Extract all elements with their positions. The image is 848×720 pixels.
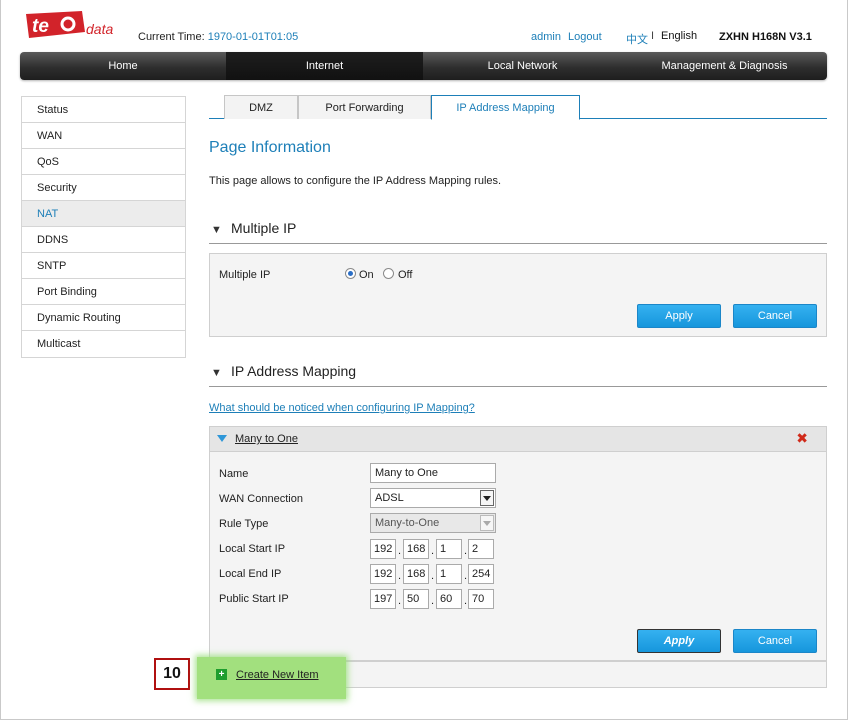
multiple-ip-section-title: Multiple IP (231, 220, 297, 236)
left-menu: Status WAN QoS Security NAT DDNS SNTP Po… (21, 96, 186, 358)
ip-dot: . (464, 545, 468, 557)
nav-management-diagnosis[interactable]: Management & Diagnosis (622, 52, 827, 80)
ip-dot: . (431, 545, 435, 557)
local-end-ip-octet-2[interactable]: 168 (403, 564, 429, 584)
ip-dot: . (431, 570, 435, 582)
collapse-arrow-icon: ▼ (211, 224, 222, 236)
delete-icon[interactable]: ✖ (796, 430, 808, 447)
local-end-ip-octet-3[interactable]: 1 (436, 564, 462, 584)
svg-text:te: te (32, 16, 49, 37)
local-start-ip-octet-1[interactable]: 192 (370, 539, 396, 559)
local-end-ip-label: Local End IP (219, 568, 282, 580)
rule-type-label: Rule Type (219, 518, 269, 530)
public-start-ip-label: Public Start IP (219, 593, 289, 605)
page-title: Page Information (209, 139, 331, 156)
tab-port-forwarding[interactable]: Port Forwarding (298, 95, 431, 119)
multiple-ip-off-radio[interactable] (383, 268, 394, 279)
nav-local-network[interactable]: Local Network (423, 52, 622, 80)
public-start-ip-octet-2[interactable]: 50 (403, 589, 429, 609)
public-start-ip-octet-1[interactable]: 197 (370, 589, 396, 609)
ip-dot: . (398, 595, 402, 607)
expand-triangle-icon[interactable] (217, 435, 227, 442)
lang-english-link[interactable]: English (661, 30, 697, 42)
dropdown-arrow-icon (480, 515, 494, 531)
device-model: ZXHN H168N V3.1 (719, 31, 812, 43)
menu-item-wan[interactable]: WAN (22, 123, 185, 149)
step-callout-badge: 10 (154, 658, 190, 690)
create-new-item-button[interactable]: + Create New Item (197, 657, 346, 699)
local-start-ip-label: Local Start IP (219, 543, 286, 555)
rule-type-select: Many-to-One (370, 513, 496, 533)
wan-connection-label: WAN Connection (219, 493, 303, 505)
ip-dot: . (398, 545, 402, 557)
sub-tabs: DMZ Port Forwarding IP Address Mapping (209, 95, 827, 120)
ip-mapping-help-link[interactable]: What should be noticed when configuring … (209, 402, 475, 414)
multiple-ip-label: Multiple IP (219, 269, 271, 281)
multiple-ip-panel: Multiple IP On Off Apply Cancel (209, 253, 827, 337)
svg-text:data: data (86, 21, 113, 37)
name-input[interactable]: Many to One (370, 463, 496, 483)
ip-mapping-section-header[interactable]: ▼ IP Address Mapping (209, 363, 827, 387)
plus-icon: + (216, 669, 227, 680)
page-description: This page allows to configure the IP Add… (209, 175, 502, 187)
multiple-ip-apply-button[interactable]: Apply (637, 304, 721, 328)
multiple-ip-off-label: Off (398, 269, 413, 281)
ip-dot: . (464, 570, 468, 582)
menu-item-dynamic-routing[interactable]: Dynamic Routing (22, 305, 185, 331)
mapping-apply-button[interactable]: Apply (637, 629, 721, 653)
multiple-ip-on-radio[interactable] (345, 268, 356, 279)
dropdown-arrow-icon[interactable] (480, 490, 494, 506)
menu-item-port-binding[interactable]: Port Binding (22, 279, 185, 305)
current-time-value: 1970-01-01T01:05 (207, 31, 299, 43)
local-end-ip-octet-4[interactable]: 254 (468, 564, 494, 584)
menu-item-ddns[interactable]: DDNS (22, 227, 185, 253)
logout-link[interactable]: Logout (568, 31, 602, 43)
ip-dot: . (431, 595, 435, 607)
nav-internet[interactable]: Internet (226, 52, 423, 80)
tab-ip-address-mapping[interactable]: IP Address Mapping (431, 95, 580, 120)
rule-type-value: Many-to-One (375, 517, 440, 529)
public-start-ip-octet-3[interactable]: 60 (436, 589, 462, 609)
ip-dot: . (398, 570, 402, 582)
menu-item-sntp[interactable]: SNTP (22, 253, 185, 279)
menu-item-qos[interactable]: QoS (22, 149, 185, 175)
multiple-ip-on-label: On (359, 269, 374, 281)
current-time-label: Current Time: (138, 31, 205, 43)
collapse-arrow-icon: ▼ (211, 367, 222, 379)
lang-chinese-link[interactable]: 中文 (626, 31, 648, 47)
admin-user-link[interactable]: admin (531, 31, 561, 43)
local-start-ip-octet-4[interactable]: 2 (468, 539, 494, 559)
mapping-item-title[interactable]: Many to One (235, 433, 298, 445)
menu-item-status[interactable]: Status (22, 97, 185, 123)
create-new-item-label: Create New Item (236, 669, 319, 681)
menu-item-nat[interactable]: NAT (22, 201, 185, 227)
public-start-ip-octet-4[interactable]: 70 (468, 589, 494, 609)
te-data-logo: te data (26, 11, 113, 38)
wan-connection-value: ADSL (375, 492, 404, 504)
ip-dot: . (464, 595, 468, 607)
local-start-ip-octet-3[interactable]: 1 (436, 539, 462, 559)
lang-separator: I (651, 30, 655, 42)
current-time: Current Time: 1970-01-01T01:05 (138, 31, 298, 43)
menu-item-multicast[interactable]: Multicast (22, 331, 185, 357)
local-start-ip-octet-2[interactable]: 168 (403, 539, 429, 559)
multiple-ip-section-header[interactable]: ▼ Multiple IP (209, 220, 827, 244)
ip-mapping-section-title: IP Address Mapping (231, 363, 357, 379)
mapping-item-header[interactable]: Many to One ✖ (210, 427, 826, 452)
mapping-rule-panel: Name Many to One WAN Connection ADSL Rul… (209, 426, 827, 661)
nav-home[interactable]: Home (20, 52, 226, 80)
name-label: Name (219, 468, 249, 480)
mapping-cancel-button[interactable]: Cancel (733, 629, 817, 653)
local-end-ip-octet-1[interactable]: 192 (370, 564, 396, 584)
top-nav: Home Internet Local Network Management &… (20, 52, 827, 80)
wan-connection-select[interactable]: ADSL (370, 488, 496, 508)
tab-dmz[interactable]: DMZ (224, 95, 298, 119)
menu-item-security[interactable]: Security (22, 175, 185, 201)
multiple-ip-cancel-button[interactable]: Cancel (733, 304, 817, 328)
